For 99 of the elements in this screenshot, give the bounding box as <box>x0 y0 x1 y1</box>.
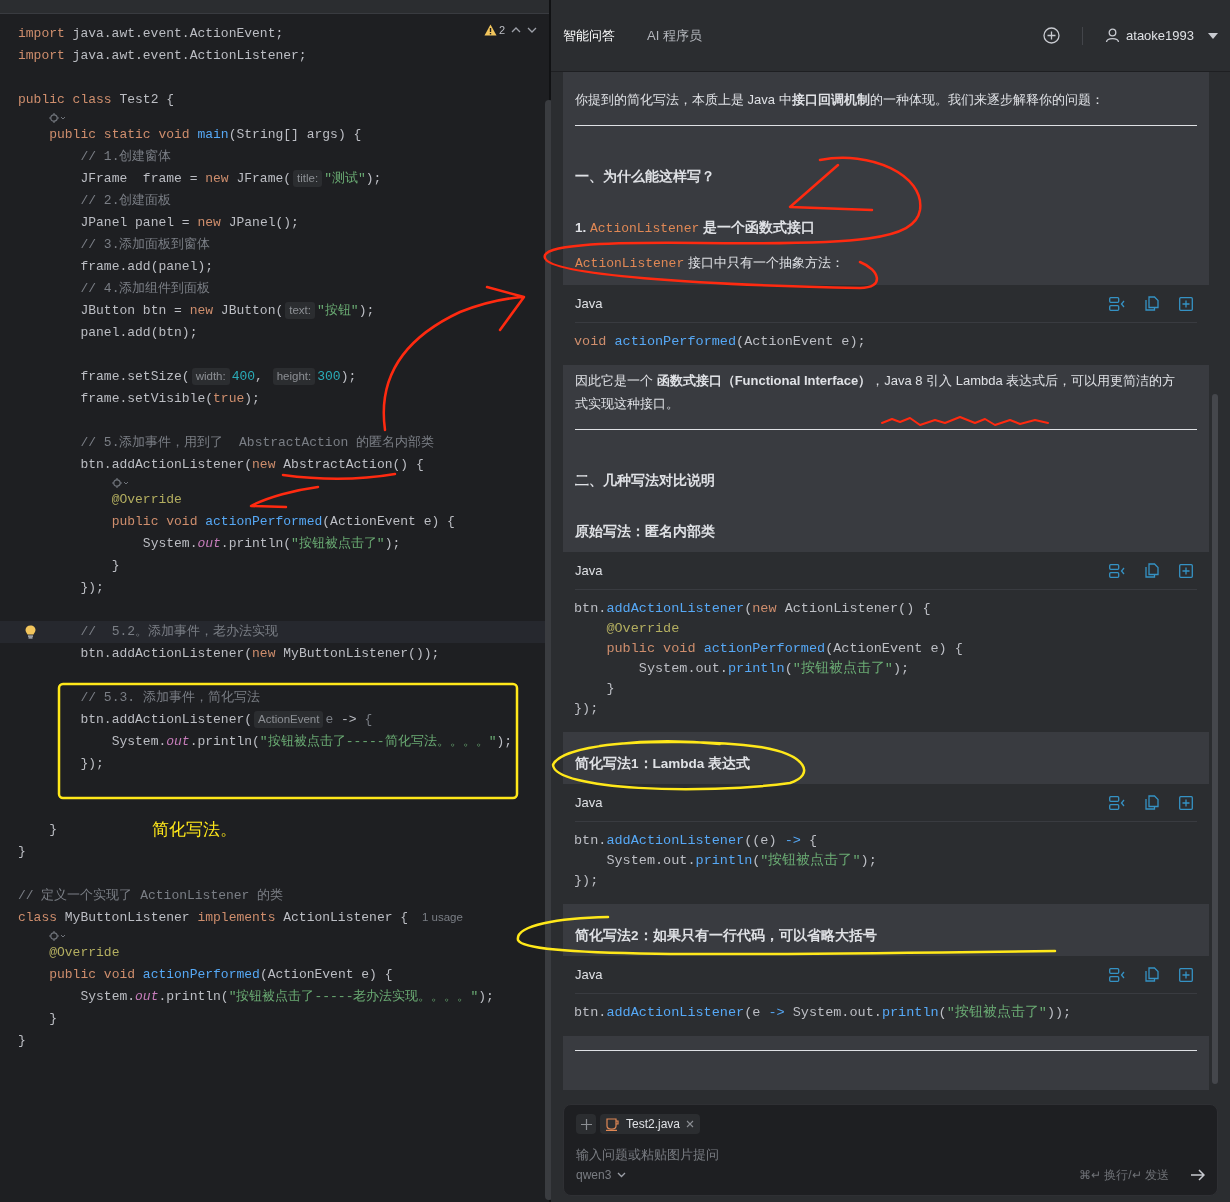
code-line: // 4.添加组件到面板 <box>80 280 211 299</box>
code-line: System.out.println("按钮被点击了"); <box>142 535 401 554</box>
code-line: }); <box>574 699 599 718</box>
annotation-note: 简化写法。 <box>152 819 237 841</box>
code-line: } <box>49 1010 58 1029</box>
add-attachment-button[interactable] <box>576 1114 596 1134</box>
sub-heading: 简化写法1：Lambda 表达式 <box>574 755 752 773</box>
sub-heading: 简化写法2：如果只有一行代码，可以省略大括号 <box>574 927 878 945</box>
code-line: public class Test2 { <box>18 91 175 110</box>
close-icon[interactable] <box>686 1120 695 1128</box>
copy-icon[interactable] <box>1145 967 1159 982</box>
model-dropdown[interactable]: qwen3 <box>576 1166 627 1184</box>
sub-heading: 原始写法：匿名内部类 <box>574 523 716 541</box>
code-line: public void actionPerformed(ActionEvent e) { <box>111 513 455 532</box>
code-line: btn.addActionListener(new MyButtonListener()); <box>80 645 440 664</box>
code-line: // 5.添加事件，用到了 AbstractAction 的匿名内部类 <box>80 434 435 453</box>
insert-code-icon[interactable] <box>1109 563 1125 578</box>
code-line: JFrame frame = new JFrame( title: "测试"); <box>80 169 382 189</box>
code-line: void actionPerformed(ActionEvent e); <box>574 332 866 351</box>
code-line: import java.awt.event.ActionListener; <box>18 47 307 66</box>
plus-square-icon[interactable] <box>1179 795 1193 810</box>
code-line: class MyButtonListener implements ActionListener { 1 usage <box>18 909 463 928</box>
answer-paragraph: 你提到的简化写法，本质上是 Java 中接口回调机制的一种体现。我们来逐步解释你的问题： <box>574 91 1105 109</box>
code-language: Java <box>575 793 603 812</box>
insert-code-icon[interactable] <box>1109 795 1125 810</box>
code-line: frame.add(panel); <box>80 258 214 277</box>
code-line: panel.add(btn); <box>80 324 198 343</box>
plus-square-icon[interactable] <box>1179 563 1193 578</box>
code-line: } <box>606 679 615 698</box>
section-heading: 二、几种写法对比说明 <box>574 471 716 490</box>
warning-count: 2 <box>498 23 505 38</box>
chevron-down-icon[interactable] <box>527 27 537 34</box>
code-line: System.out.println("按钮被点击了"); <box>606 851 877 870</box>
code-line: } <box>18 843 26 862</box>
chevron-down-icon <box>617 1172 627 1178</box>
code-line: // 5.3. 添加事件，简化写法 <box>80 689 260 708</box>
copy-icon[interactable] <box>1145 563 1159 578</box>
code-line: System.out.println("按钮被点击了-----老办法实现。。。。"); <box>80 988 494 1007</box>
code-line: btn.addActionListener((e) -> { <box>574 831 818 850</box>
shortcut-hint: ⌘↵ 换行/↵ 发送 <box>1079 1167 1169 1184</box>
gear-menu-icon[interactable] <box>49 930 68 941</box>
plus-icon <box>580 1118 592 1130</box>
answer-paragraph: 因此它是一个 函数式接口（Functional Interface），Java 8 引入 Lambda 表达式后，可以用更简洁的方式实现这种接口。 <box>574 372 1177 413</box>
code-line: }); <box>80 579 104 598</box>
warning-icon[interactable] <box>483 24 497 37</box>
code-line: @Override <box>111 491 182 510</box>
code-line: } <box>49 821 58 840</box>
code-line: } <box>18 1032 26 1051</box>
scrollbar-thumb[interactable] <box>1212 394 1218 1084</box>
code-line: frame.setVisible(true); <box>80 390 260 409</box>
add-circle-icon[interactable] <box>1043 27 1061 44</box>
code-line: public void actionPerformed(ActionEvent e) { <box>49 966 393 985</box>
code-line: }); <box>80 755 104 774</box>
gear-menu-icon[interactable] <box>49 112 68 123</box>
code-line: } <box>111 557 120 576</box>
code-line: btn.addActionListener(new AbstractAction() { <box>80 456 424 475</box>
code-language: Java <box>575 294 603 313</box>
code-line: // 3.添加面板到窗体 <box>80 236 211 255</box>
copy-icon[interactable] <box>1145 296 1159 311</box>
code-language: Java <box>575 965 603 984</box>
insert-code-icon[interactable] <box>1109 967 1125 982</box>
code-line: }); <box>574 871 599 890</box>
caret-down-icon[interactable] <box>1208 32 1218 39</box>
user-icon[interactable] <box>1105 28 1121 43</box>
code-line: System.out.println("按钮被点击了-----简化写法。。。。"); <box>111 733 513 752</box>
lightbulb-icon[interactable] <box>25 625 36 639</box>
sub-heading: 1. ActionListener 是一个函数式接口 <box>574 219 816 238</box>
code-line: JButton btn = new JButton( text: "按钮"); <box>80 301 375 321</box>
user-name[interactable]: ataoke1993 <box>1126 25 1194 46</box>
plus-square-icon[interactable] <box>1179 967 1193 982</box>
code-line: frame.setSize( width: 400, height: 300); <box>80 367 357 387</box>
code-line: public static void main(String[] args) { <box>49 126 362 145</box>
code-line: import java.awt.event.ActionEvent; <box>18 25 284 44</box>
chevron-up-icon[interactable] <box>511 27 521 34</box>
code-line: JPanel panel = new JPanel(); <box>80 214 299 233</box>
assistant-tab[interactable]: 智能问答 <box>563 25 615 46</box>
assistant-tab[interactable]: AI 程序员 <box>647 25 702 46</box>
code-line: // 5.2。添加事件，老办法实现 <box>80 623 279 642</box>
file-chip[interactable]: Test2.java <box>600 1114 701 1134</box>
code-line: btn.addActionListener(new ActionListener() { <box>574 599 931 618</box>
insert-code-icon[interactable] <box>1109 296 1125 311</box>
gear-menu-icon[interactable] <box>111 477 130 488</box>
plus-square-icon[interactable] <box>1179 296 1193 311</box>
send-arrow-icon[interactable] <box>1191 1169 1205 1181</box>
code-line: @Override <box>606 619 680 638</box>
code-line: System.out.println("按钮被点击了"); <box>638 659 910 678</box>
section-heading: 一、为什么能这样写？ <box>574 167 716 186</box>
code-language: Java <box>575 561 603 580</box>
code-line: public void actionPerformed(ActionEvent e) { <box>606 639 963 658</box>
code-line: btn.addActionListener( ActionEvent e -> { <box>80 710 373 730</box>
code-line: btn.addActionListener(e -> System.out.println("按钮被点击了")); <box>574 1003 1072 1022</box>
code-line: @Override <box>49 944 120 963</box>
code-line: // 2.创建面板 <box>80 192 172 211</box>
answer-paragraph: ActionListener 接口中只有一个抽象方法： <box>574 254 845 273</box>
cup-icon <box>606 1117 620 1131</box>
file-name: Test2.java <box>626 1116 681 1133</box>
code-line: // 1.创建窗体 <box>80 148 172 167</box>
question-input[interactable]: 输入问题或粘贴图片提问 <box>576 1144 1205 1164</box>
copy-icon[interactable] <box>1145 795 1159 810</box>
